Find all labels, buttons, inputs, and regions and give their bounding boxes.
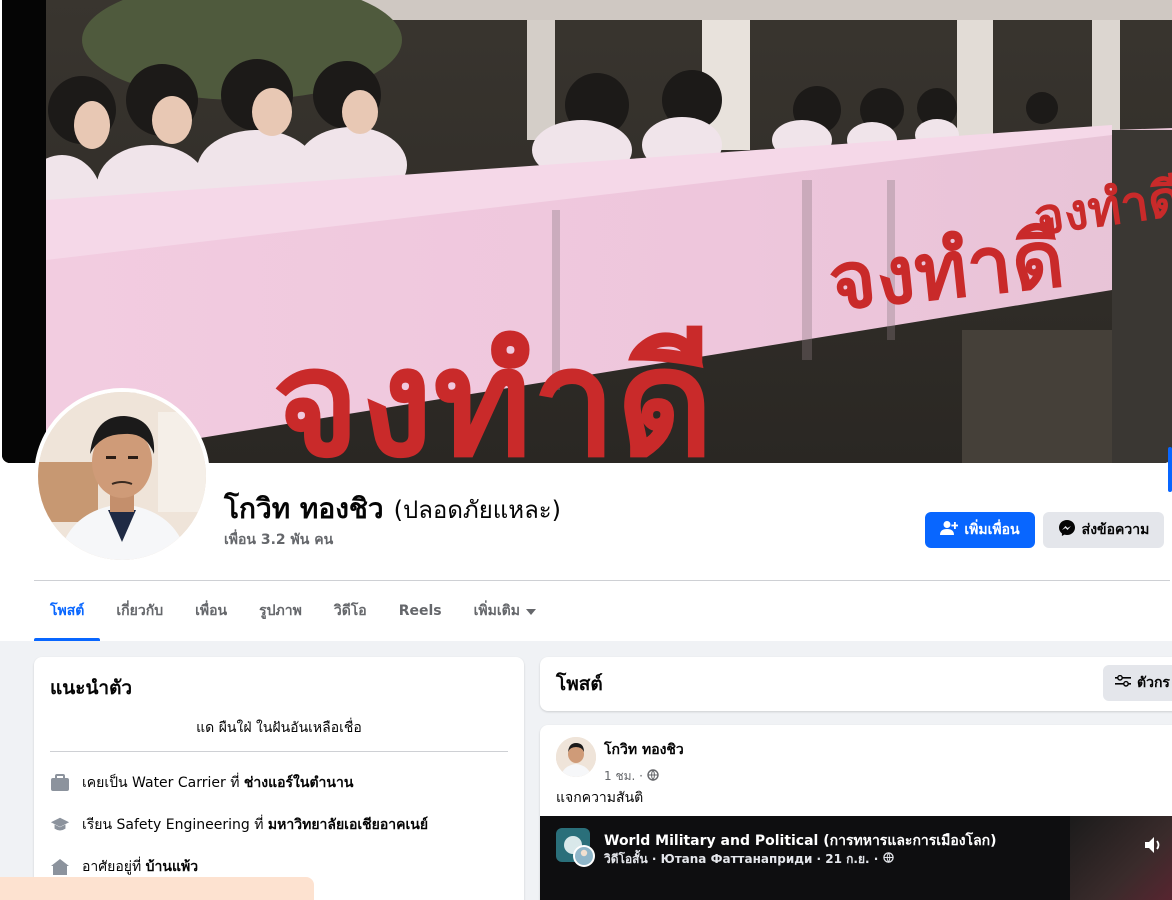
tab-photos-label: รูปภาพ bbox=[259, 603, 302, 619]
filter-icon bbox=[1115, 674, 1131, 691]
intro-home-place[interactable]: บ้านแพ้ว bbox=[146, 859, 198, 875]
video-title[interactable]: World Military and Political (การทหารและ… bbox=[604, 830, 997, 852]
post-time[interactable]: 1 ชม. · bbox=[604, 767, 643, 786]
intro-work-prefix: เคยเป็น Water Carrier ที่ bbox=[82, 775, 240, 791]
intro-work-place[interactable]: ช่างแอร์ในตำนาน bbox=[244, 775, 354, 791]
cover-wall-text: จงทำดี bbox=[272, 317, 714, 463]
filter-button[interactable]: ตัวกร bbox=[1103, 665, 1172, 701]
message-button[interactable]: ส่งข้อความ bbox=[1043, 512, 1164, 548]
profile-name: โกวิท ทองชิว bbox=[224, 492, 384, 525]
volume-icon[interactable] bbox=[1144, 836, 1166, 858]
shared-video[interactable]: World Military and Political (การทหารและ… bbox=[540, 816, 1172, 900]
tab-friends-label: เพื่อน bbox=[195, 603, 228, 619]
tab-videos-label: วิดีโอ bbox=[333, 603, 367, 619]
intro-education-place[interactable]: มหาวิทยาลัยเอเชียอาคเนย์ bbox=[268, 817, 428, 833]
tab-about-label: เกี่ยวกับ bbox=[116, 603, 164, 619]
post-text: แจกความสันติ bbox=[556, 790, 644, 806]
post-header: โกวิท ทองชิว 1 ชม. · bbox=[556, 737, 684, 786]
tab-posts-label: โพสต์ bbox=[50, 603, 85, 619]
posts-header-card: โพสต์ ตัวกร bbox=[540, 657, 1172, 711]
intro-home: อาศัยอยู่ที่ บ้านแพ้ว bbox=[50, 856, 508, 878]
post-meta: 1 ชม. · bbox=[604, 767, 684, 786]
briefcase-icon bbox=[50, 773, 70, 793]
globe-icon bbox=[647, 769, 659, 784]
graduation-cap-icon bbox=[50, 815, 70, 835]
tab-videos[interactable]: วิดีโอ bbox=[318, 581, 383, 641]
video-page-avatar[interactable] bbox=[556, 828, 596, 868]
tab-photos[interactable]: รูปภาพ bbox=[243, 581, 318, 641]
messenger-icon bbox=[1058, 519, 1076, 541]
intro-bio: แด ผืนใฝ่ ในฝันอันเหลือเชื่อ bbox=[50, 717, 508, 752]
tab-reels-label: Reels bbox=[398, 603, 442, 619]
profile-name-row: โกวิท ทองชิว (ปลอดภัยแหละ) bbox=[224, 487, 561, 531]
intro-education: เรียน Safety Engineering ที่ มหาวิทยาลัย… bbox=[50, 814, 508, 836]
cover-photo-image: จงทำดี จงทำดี จงทำดี bbox=[2, 0, 1172, 463]
posts-title: โพสต์ bbox=[556, 673, 603, 695]
cover-left-edge bbox=[2, 0, 46, 463]
intro-education-prefix: เรียน Safety Engineering ที่ bbox=[82, 817, 264, 833]
post-card: โกวิท ทองชิว 1 ชม. · แจกความสันติ World … bbox=[540, 725, 1172, 900]
tab-about[interactable]: เกี่ยวกับ bbox=[100, 581, 179, 641]
video-subtitle: วิดีโอสั้น · Ютana Фаттанаприди · 21 ก.ย… bbox=[604, 850, 894, 869]
tab-more-label: เพิ่มเติม bbox=[473, 603, 520, 619]
tab-posts[interactable]: โพสต์ bbox=[34, 581, 101, 641]
profile-nickname: (ปลอดภัยแหละ) bbox=[393, 496, 562, 524]
tab-friends[interactable]: เพื่อน bbox=[179, 581, 243, 641]
tab-reels[interactable]: Reels bbox=[383, 581, 458, 641]
scrollbar-thumb[interactable] bbox=[1168, 447, 1172, 492]
tab-more[interactable]: เพิ่มเติม bbox=[458, 581, 552, 641]
friend-count[interactable]: เพื่อน 3.2 พัน คน bbox=[224, 529, 333, 551]
home-icon bbox=[50, 857, 70, 877]
video-thumbnail bbox=[1070, 816, 1172, 900]
profile-picture-image bbox=[38, 392, 206, 560]
add-friend-icon bbox=[940, 520, 959, 540]
add-friend-button[interactable]: เพิ่มเพื่อน bbox=[925, 512, 1035, 548]
caret-down-icon bbox=[525, 603, 536, 619]
post-author-avatar[interactable] bbox=[556, 737, 596, 777]
video-globe-icon bbox=[882, 852, 894, 866]
cover-photo[interactable]: จงทำดี จงทำดี จงทำดี bbox=[2, 0, 1172, 463]
profile-picture[interactable] bbox=[34, 388, 210, 564]
filter-label: ตัวกร bbox=[1137, 675, 1170, 691]
message-label: ส่งข้อความ bbox=[1081, 522, 1150, 538]
video-source: วิดีโอสั้น · Ютana Фаттанаприди · 21 ก.ย… bbox=[604, 852, 879, 866]
add-friend-label: เพิ่มเพื่อน bbox=[964, 522, 1020, 538]
intro-work: เคยเป็น Water Carrier ที่ ช่างแอร์ในตำนา… bbox=[50, 772, 508, 794]
bottom-toast bbox=[0, 877, 314, 900]
intro-home-prefix: อาศัยอยู่ที่ bbox=[82, 859, 142, 875]
profile-tabs: โพสต์ เกี่ยวกับ เพื่อน รูปภาพ วิดีโอ Ree… bbox=[34, 581, 552, 641]
intro-card: แนะนำตัว แด ผืนใฝ่ ในฝันอันเหลือเชื่อ เค… bbox=[34, 657, 524, 900]
intro-title: แนะนำตัว bbox=[50, 677, 133, 699]
profile-header: จงทำดี จงทำดี จงทำดี โกวิท ทองชิว (ปลอดภ… bbox=[0, 0, 1172, 641]
post-author-name[interactable]: โกวิท ทองชิว bbox=[604, 739, 684, 761]
